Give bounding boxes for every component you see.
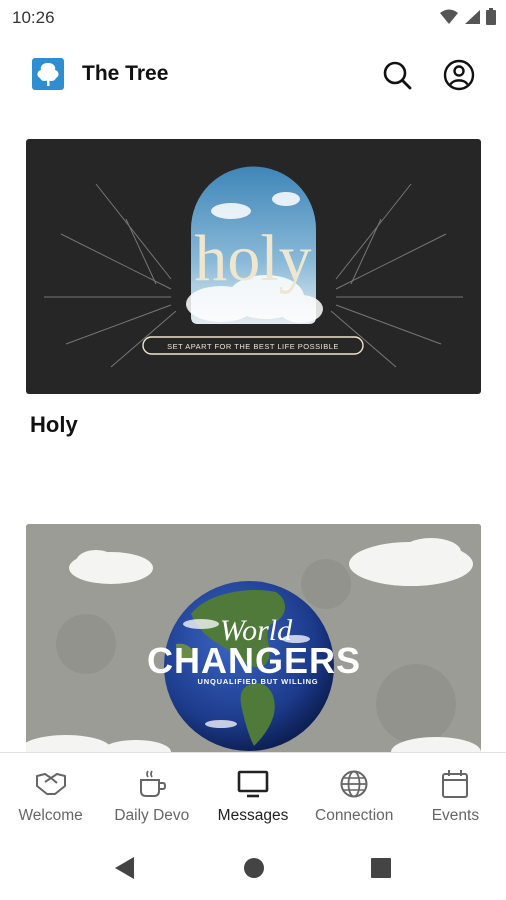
system-back-button[interactable] bbox=[112, 855, 142, 885]
status-bar: 10:26 bbox=[0, 0, 506, 36]
card-artwork-world-changers[interactable]: World CHANGERS UNQUALIFIED BUT WILLING bbox=[26, 524, 481, 753]
system-recents-button[interactable] bbox=[368, 855, 398, 885]
holy-headline: holy bbox=[194, 222, 311, 295]
message-card-world-changers[interactable]: World CHANGERS UNQUALIFIED BUT WILLING bbox=[26, 524, 481, 753]
nav-label: Messages bbox=[217, 807, 289, 824]
tv-icon bbox=[236, 767, 270, 801]
signal-icon bbox=[464, 9, 480, 30]
search-icon bbox=[383, 61, 412, 90]
back-triangle-icon bbox=[115, 857, 134, 879]
nav-item-welcome[interactable]: Welcome bbox=[0, 753, 101, 837]
message-card-holy[interactable]: holy SET APART FOR THE BEST LIFE POSSIBL… bbox=[26, 139, 481, 438]
messages-feed[interactable]: holy SET APART FOR THE BEST LIFE POSSIBL… bbox=[0, 108, 506, 753]
recents-square-icon bbox=[371, 858, 391, 878]
nav-label: Connection bbox=[315, 807, 394, 824]
handshake-icon bbox=[34, 767, 68, 801]
nav-item-daily-devo[interactable]: Daily Devo bbox=[101, 753, 202, 837]
card-artwork-holy[interactable]: holy SET APART FOR THE BEST LIFE POSSIBL… bbox=[26, 139, 481, 394]
globe-icon bbox=[337, 767, 371, 801]
holy-artwork: holy SET APART FOR THE BEST LIFE POSSIBL… bbox=[44, 166, 463, 368]
nav-item-connection[interactable]: Connection bbox=[304, 753, 405, 837]
wifi-icon bbox=[440, 9, 458, 30]
coffee-cup-icon bbox=[135, 767, 169, 801]
nav-item-events[interactable]: Events bbox=[405, 753, 506, 837]
account-button[interactable] bbox=[442, 58, 476, 92]
nav-item-messages[interactable]: Messages bbox=[202, 753, 303, 837]
nav-label: Events bbox=[431, 807, 480, 824]
app-bar: The Tree bbox=[0, 40, 506, 108]
home-circle-icon bbox=[244, 858, 264, 878]
nav-label: Welcome bbox=[18, 807, 83, 824]
changers-tagline: UNQUALIFIED BUT WILLING bbox=[198, 677, 319, 686]
bottom-nav: Welcome Daily Devo Messages Connection E… bbox=[0, 752, 506, 837]
changers-headline: CHANGERS bbox=[147, 640, 361, 681]
world-changers-artwork: World CHANGERS UNQUALIFIED BUT WILLING bbox=[26, 524, 481, 753]
holy-tagline: SET APART FOR THE BEST LIFE POSSIBLE bbox=[167, 342, 339, 351]
search-button[interactable] bbox=[380, 58, 414, 92]
app-title: The Tree bbox=[82, 62, 169, 85]
nav-label: Daily Devo bbox=[114, 807, 190, 824]
tree-logo-icon bbox=[32, 58, 64, 90]
status-icons bbox=[440, 8, 496, 30]
status-time: 10:26 bbox=[12, 8, 55, 27]
system-nav-bar bbox=[0, 837, 506, 900]
battery-icon bbox=[486, 8, 496, 30]
account-icon bbox=[443, 59, 475, 91]
calendar-icon bbox=[438, 767, 472, 801]
system-home-button[interactable] bbox=[241, 855, 271, 885]
card-title: Holy bbox=[30, 412, 78, 437]
